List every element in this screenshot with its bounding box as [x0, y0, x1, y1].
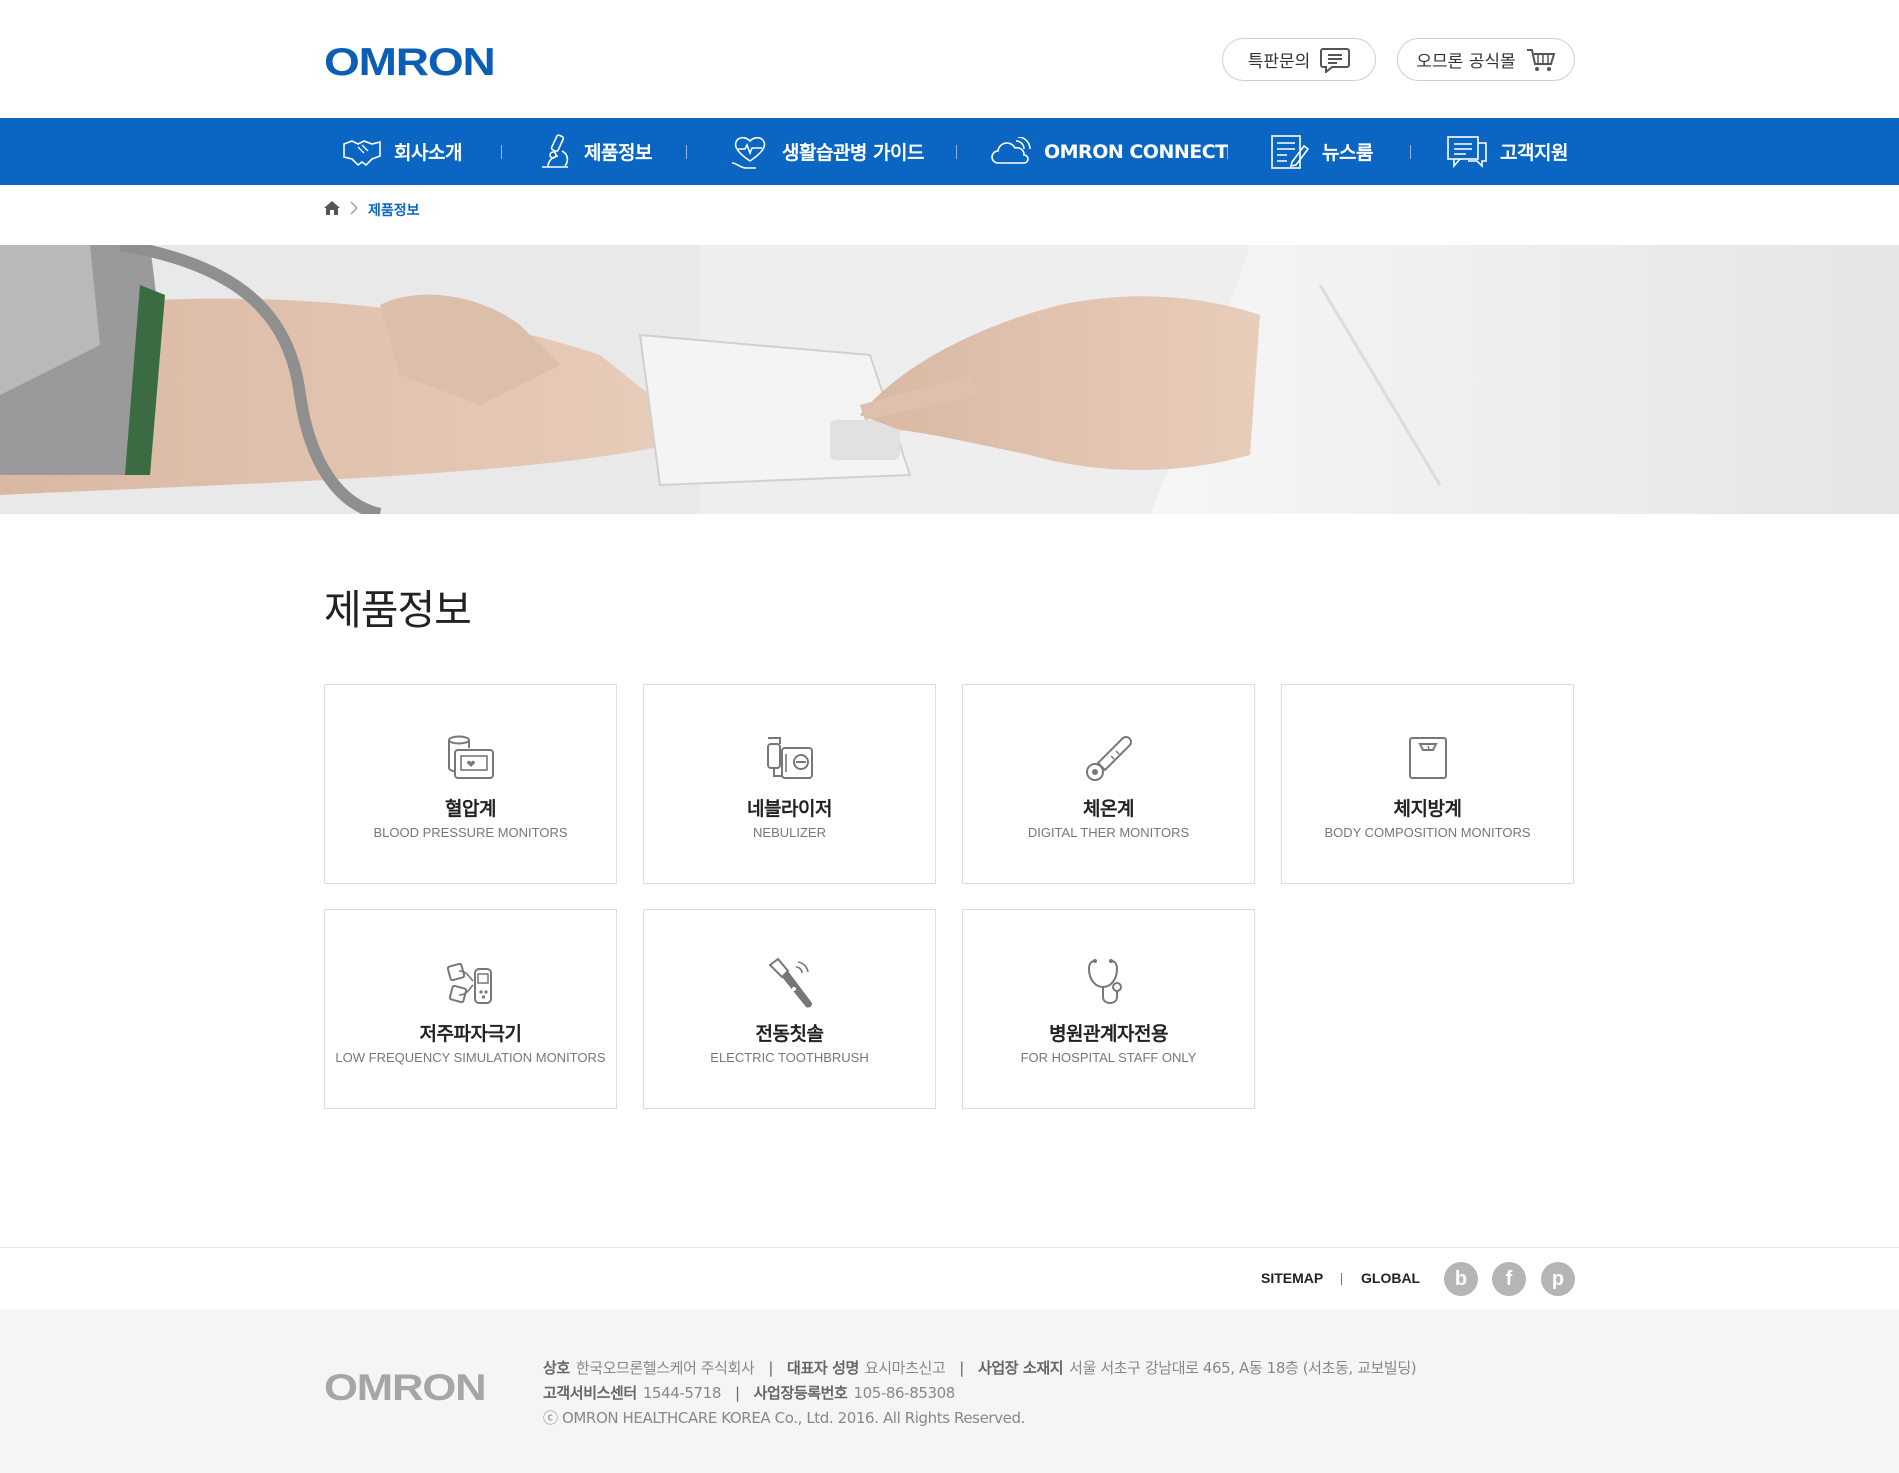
nav-divider	[1227, 145, 1228, 159]
product-card-body-composition[interactable]: 체지방계 BODY COMPOSITION MONITORS	[1281, 684, 1574, 884]
footer-contact-info: 고객서비스센터 1544-5718 | 사업장등록번호 105-86-85308	[543, 1384, 955, 1402]
stethoscope-icon	[1083, 957, 1135, 1011]
nav-label: OMRON CONNECT	[1044, 140, 1228, 163]
sitemap-link[interactable]: SITEMAP	[1261, 1270, 1323, 1286]
address-value: 서울 서초구 강남대로 465, A동 18층 (서초동, 교보빌딩)	[1069, 1359, 1417, 1377]
chevron-right-icon	[350, 201, 358, 219]
product-card-tens[interactable]: 저주파자극기 LOW FREQUENCY SIMULATION MONITORS	[324, 909, 617, 1109]
product-card-hospital-staff[interactable]: 병원관계자전용 FOR HOSPITAL STAFF ONLY	[962, 909, 1255, 1109]
nav-divider	[686, 145, 687, 159]
thermometer-icon	[1083, 732, 1135, 786]
ceo-value: 요시마츠신고	[864, 1359, 946, 1377]
scale-icon	[1402, 732, 1454, 786]
nav-divider	[1410, 145, 1411, 159]
omron-logo[interactable]: OMRON	[324, 41, 496, 85]
footer-company-info: 상호 한국오므론헬스케어 주식회사 | 대표자 성명 요시마츠신고 | 사업장 소재지 서울 …	[543, 1359, 1417, 1377]
nav-item-company[interactable]: 회사소개	[342, 118, 462, 185]
product-name: 병원관계자전용	[1049, 1023, 1168, 1045]
nav-label: 회사소개	[394, 142, 462, 164]
inquiry-label: 특판문의	[1247, 52, 1311, 72]
product-subtitle: BLOOD PRESSURE MONITORS	[373, 825, 568, 840]
nebulizer-icon	[764, 732, 816, 786]
official-mall-button[interactable]: 오므론 공식몰	[1397, 38, 1575, 81]
heart-hand-icon	[730, 133, 770, 171]
product-subtitle: FOR HOSPITAL STAFF ONLY	[1020, 1050, 1197, 1065]
product-card-nebulizer[interactable]: 네블라이저 NEBULIZER	[643, 684, 936, 884]
nav-item-omron-connect[interactable]: OMRON CONNECT	[990, 118, 1228, 185]
product-subtitle: BODY COMPOSITION MONITORS	[1324, 825, 1531, 840]
company-label: 상호	[543, 1359, 570, 1377]
nav-label: 제품정보	[584, 142, 652, 164]
blood-pressure-icon	[445, 732, 497, 786]
product-name: 혈압계	[445, 798, 496, 820]
post-icon[interactable]: p	[1541, 1262, 1575, 1296]
product-name: 네블라이저	[747, 798, 832, 820]
home-icon[interactable]	[324, 201, 340, 219]
nav-label: 뉴스룸	[1322, 142, 1373, 164]
company-value: 한국오므론헬스케어 주식회사	[575, 1359, 755, 1377]
footer-link-divider	[1341, 1273, 1342, 1285]
ceo-label: 대표자 성명	[787, 1359, 859, 1377]
product-name: 체온계	[1083, 798, 1134, 820]
nav-divider	[501, 145, 502, 159]
chat-icon	[1446, 135, 1488, 169]
main-navigation: 회사소개 제품정보 생활습관병 가이드 OMRON CONNECT 뉴스룸 고객…	[0, 118, 1899, 185]
nav-item-newsroom[interactable]: 뉴스룸	[1270, 118, 1373, 185]
nav-item-support[interactable]: 고객지원	[1446, 118, 1568, 185]
breadcrumb-current[interactable]: 제품정보	[368, 200, 420, 220]
copyright: ⓒ OMRON HEALTHCARE KOREA Co., Ltd. 2016.…	[543, 1409, 1025, 1427]
product-subtitle: LOW FREQUENCY SIMULATION MONITORS	[335, 1050, 606, 1065]
header	[0, 0, 1899, 118]
service-label: 고객서비스센터	[543, 1384, 637, 1402]
facebook-icon[interactable]: f	[1492, 1262, 1526, 1296]
nav-label: 고객지원	[1500, 142, 1568, 164]
global-link[interactable]: GLOBAL	[1361, 1270, 1420, 1286]
microscope-icon	[538, 133, 572, 171]
news-icon	[1270, 134, 1310, 170]
product-subtitle: DIGITAL THER MONITORS	[1027, 825, 1190, 840]
nav-divider	[956, 145, 957, 159]
nav-item-lifestyle-guide[interactable]: 생활습관병 가이드	[730, 118, 924, 185]
product-name: 저주파자극기	[419, 1023, 522, 1045]
hero-banner-image	[0, 245, 1899, 514]
nav-item-products[interactable]: 제품정보	[538, 118, 652, 185]
toothbrush-icon	[764, 957, 816, 1011]
breadcrumb: 제품정보	[324, 200, 420, 220]
page-title: 제품정보	[324, 586, 472, 634]
product-subtitle: ELECTRIC TOOTHBRUSH	[710, 1050, 869, 1065]
handshake-icon	[342, 136, 382, 168]
product-card-thermometer[interactable]: 체온계 DIGITAL THER MONITORS	[962, 684, 1255, 884]
registration-label: 사업장등록번호	[753, 1384, 848, 1402]
address-label: 사업장 소재지	[977, 1359, 1064, 1377]
inquiry-button[interactable]: 특판문의	[1222, 38, 1376, 81]
cloud-icon	[990, 136, 1032, 167]
blog-icon[interactable]: b	[1444, 1262, 1478, 1296]
footer-omron-logo: OMRON	[324, 1367, 487, 1408]
registration-value: 105-86-85308	[853, 1384, 955, 1402]
product-name: 전동칫솔	[755, 1023, 824, 1045]
service-value: 1544-5718	[642, 1384, 722, 1402]
nav-label: 생활습관병 가이드	[782, 142, 924, 164]
product-card-toothbrush[interactable]: 전동칫솔 ELECTRIC TOOTHBRUSH	[643, 909, 936, 1109]
official-mall-label: 오므론 공식몰	[1416, 52, 1516, 72]
product-name: 체지방계	[1393, 798, 1462, 820]
tens-icon	[445, 957, 497, 1011]
speech-bubble-icon	[1320, 47, 1351, 73]
product-card-blood-pressure[interactable]: 혈압계 BLOOD PRESSURE MONITORS	[324, 684, 617, 884]
footer-links-bar	[0, 1247, 1899, 1309]
product-subtitle: NEBULIZER	[753, 825, 826, 840]
cart-icon	[1526, 47, 1556, 73]
